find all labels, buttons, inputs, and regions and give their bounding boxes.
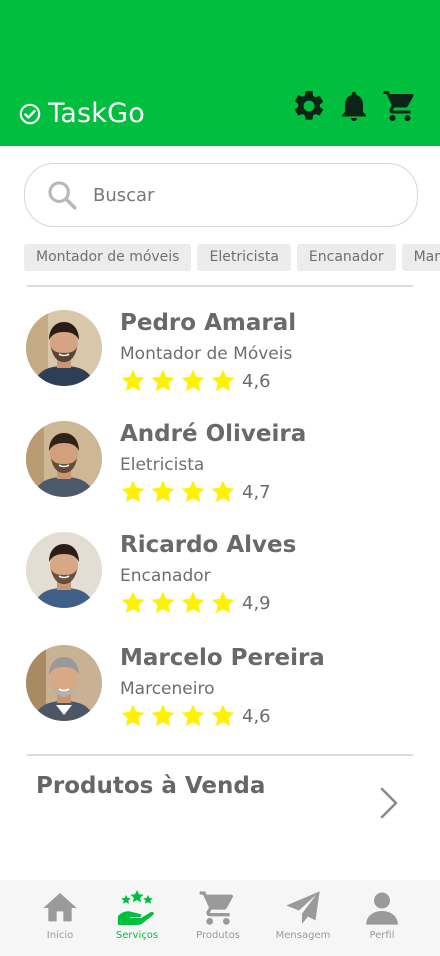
star-icon xyxy=(180,479,206,505)
nav-produtos[interactable]: Produtos xyxy=(182,888,254,950)
nav-inicio[interactable]: Início xyxy=(24,888,96,950)
rating: 4,6 xyxy=(120,368,271,394)
professional-card-pedro[interactable]: Pedro Amaral Montador de Móveis 4,6 xyxy=(20,310,420,392)
star-icon xyxy=(180,590,206,616)
star-icon xyxy=(120,479,146,505)
rating: 4,6 xyxy=(120,703,271,729)
avatar xyxy=(26,310,102,386)
star-icon xyxy=(120,703,146,729)
notifications-button[interactable] xyxy=(334,86,374,126)
cart-button[interactable] xyxy=(380,86,420,126)
star-icon xyxy=(210,368,236,394)
chip-montador-de-moveis[interactable]: Montador de móveis xyxy=(24,244,192,271)
rating-value: 4,9 xyxy=(242,592,271,614)
home-icon xyxy=(43,893,77,922)
professional-card-marcelo[interactable]: Marcelo Pereira Marceneiro 4,6 xyxy=(20,645,420,727)
category-filter-bar: Montador de móveis Eletricista Encanador Ma… xyxy=(24,244,440,272)
nav-servicos[interactable]: Serviços xyxy=(101,888,173,950)
professional-profession: Marceneiro xyxy=(120,679,215,699)
star-icon xyxy=(210,479,236,505)
avatar xyxy=(26,532,102,608)
star-icon xyxy=(120,368,146,394)
search-bar[interactable] xyxy=(24,163,418,227)
rating: 4,9 xyxy=(120,590,271,616)
star-icon xyxy=(120,590,146,616)
services-icon xyxy=(118,890,154,925)
star-icon xyxy=(210,590,236,616)
nav-label: Mensagem xyxy=(275,930,331,941)
professional-name: Pedro Amaral xyxy=(120,310,297,336)
professional-profession: Eletricista xyxy=(120,455,205,475)
gear-icon xyxy=(294,90,324,120)
rating-value: 4,6 xyxy=(242,370,271,392)
avatar xyxy=(26,645,102,721)
chip-encanador[interactable]: Encanador xyxy=(296,244,396,271)
search-input[interactable] xyxy=(93,184,373,206)
star-icon xyxy=(180,368,206,394)
avatar xyxy=(26,421,102,497)
divider xyxy=(27,754,413,756)
chip-eletricista[interactable]: Eletricista xyxy=(197,244,291,271)
cart-icon xyxy=(199,891,234,925)
rating-value: 4,6 xyxy=(242,705,271,727)
star-icon xyxy=(150,368,176,394)
nav-label: Perfil xyxy=(369,930,395,941)
bottom-navigation: Início Serviços Produtos Mensagem Perfil xyxy=(0,880,440,956)
nav-mensagem[interactable]: Mensagem xyxy=(267,888,339,950)
search-icon xyxy=(48,181,77,210)
nav-label: Serviços xyxy=(115,930,159,941)
professional-profession: Montador de Móveis xyxy=(120,344,293,364)
send-icon xyxy=(286,891,320,924)
app-name: TaskGo xyxy=(48,98,145,129)
divider xyxy=(27,285,413,287)
rating-value: 4,7 xyxy=(242,481,271,503)
professional-profession: Encanador xyxy=(120,566,211,586)
professional-card-andre[interactable]: André Oliveira Eletricista 4,7 xyxy=(20,421,420,503)
app-header: TaskGo xyxy=(0,0,440,146)
professional-name: André Oliveira xyxy=(120,421,307,447)
nav-perfil[interactable]: Perfil xyxy=(346,888,418,950)
person-icon xyxy=(366,892,398,925)
products-section-title[interactable]: Produtos à Venda xyxy=(36,773,265,799)
chevron-right-icon[interactable] xyxy=(378,786,400,820)
cart-icon xyxy=(383,91,414,121)
nav-label: Produtos xyxy=(196,930,240,941)
professional-name: Ricardo Alves xyxy=(120,532,297,558)
professional-name: Marcelo Pereira xyxy=(120,645,325,671)
professional-card-ricardo[interactable]: Ricardo Alves Encanador 4,9 xyxy=(20,532,420,614)
check-circle-icon xyxy=(19,103,41,124)
settings-button[interactable] xyxy=(289,86,329,126)
bell-icon xyxy=(342,91,366,121)
star-icon xyxy=(150,703,176,729)
star-icon xyxy=(210,703,236,729)
rating: 4,7 xyxy=(120,479,271,505)
chip-marceneiro[interactable]: Marceneiro xyxy=(401,244,440,271)
star-icon xyxy=(150,479,176,505)
star-icon xyxy=(180,703,206,729)
star-icon xyxy=(150,590,176,616)
brand-logo: TaskGo xyxy=(19,98,145,129)
nav-label: Início xyxy=(46,930,74,941)
